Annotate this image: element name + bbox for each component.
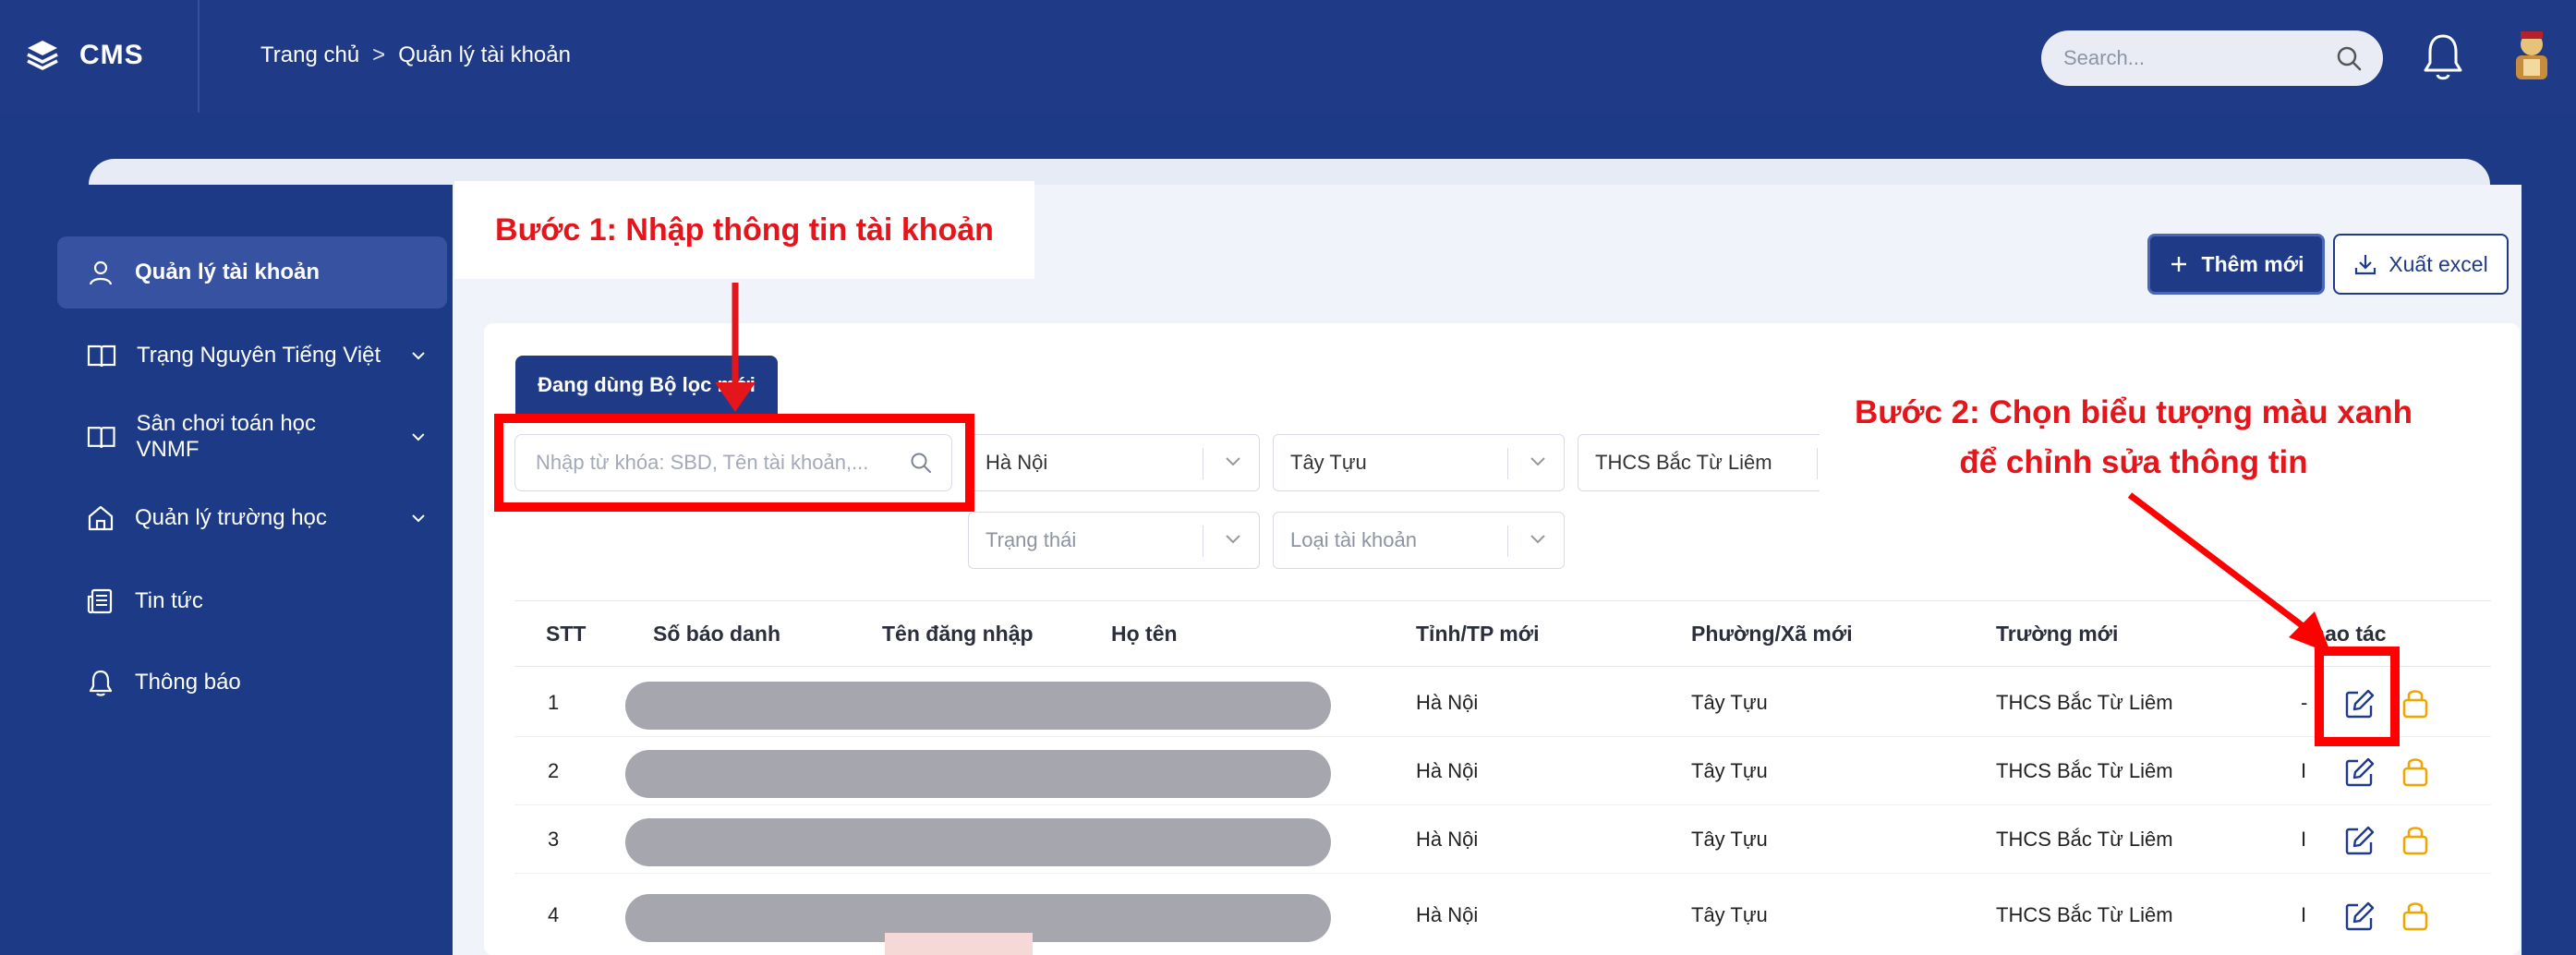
annotation-arrows: [715, 283, 2331, 654]
arrow-step-2: [2127, 492, 2308, 631]
arrowhead-step-1: [715, 382, 756, 412]
